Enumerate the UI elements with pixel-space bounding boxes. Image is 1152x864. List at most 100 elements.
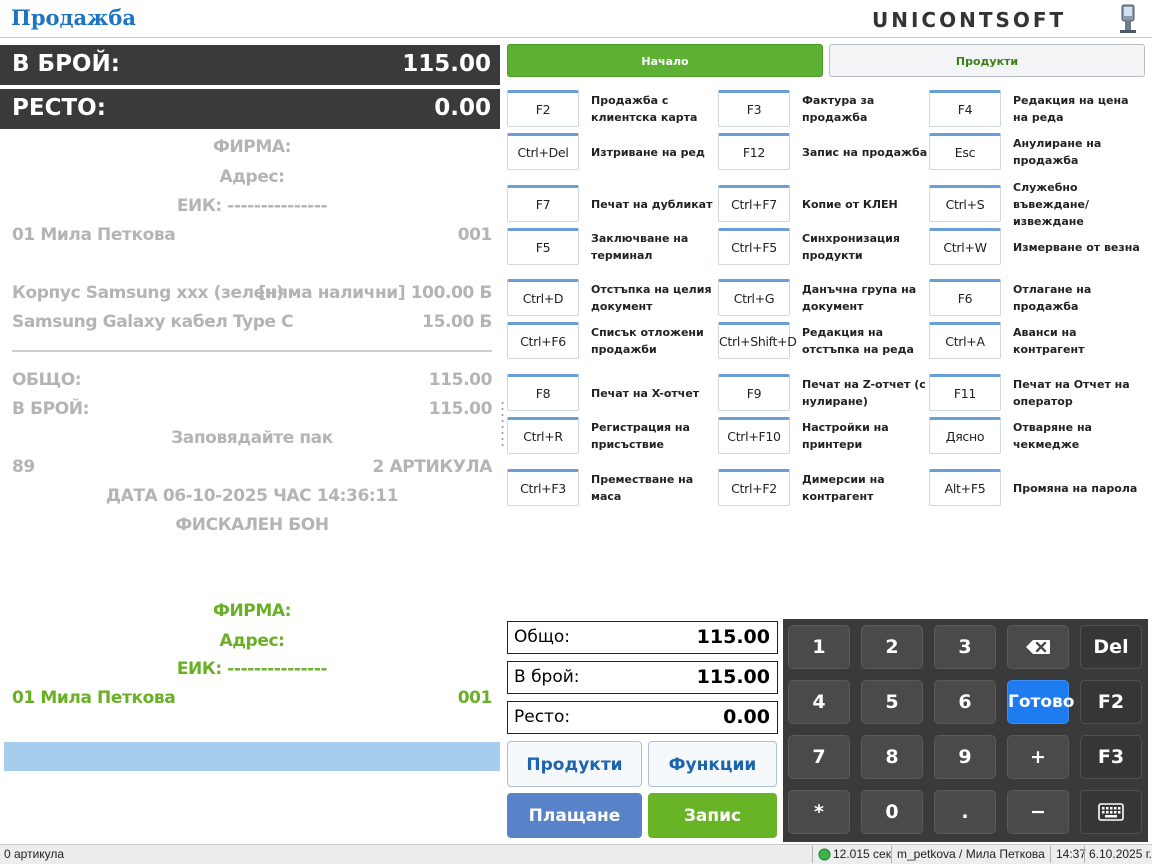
receipt-divider xyxy=(12,350,492,352)
key-7[interactable]: 7 xyxy=(788,735,850,779)
fn-key-ctrl-g[interactable]: Ctrl+G xyxy=(718,279,790,316)
key-3[interactable]: 3 xyxy=(934,625,996,669)
fn-key-ctrl-f7[interactable]: Ctrl+F7 xyxy=(718,185,790,222)
receipt-item-amount: 100.00 Б xyxy=(410,283,493,303)
fn-key-f4[interactable]: F4 xyxy=(929,90,1001,127)
backspace-key[interactable] xyxy=(1007,625,1069,669)
receipt-preview[interactable]: ФИРМА: Адрес: ЕИК: --------------- 01 Ми… xyxy=(0,130,500,742)
save-button[interactable]: Запис xyxy=(648,793,777,838)
fn-key-ctrl-f2[interactable]: Ctrl+F2 xyxy=(718,469,790,506)
keyboard-toggle-key[interactable] xyxy=(1080,790,1142,834)
del-key[interactable]: Del xyxy=(1080,625,1142,669)
company-logo: UNICONTSOFT xyxy=(872,8,1067,32)
key-1[interactable]: 1 xyxy=(788,625,850,669)
fn-key-f11[interactable]: F11 xyxy=(929,374,1001,411)
receipt-item-amount: 15.00 Б xyxy=(422,312,492,332)
fn-label-lock-terminal: Заключване на терминал xyxy=(591,232,689,262)
receipt-operator-code: 001 xyxy=(457,225,493,245)
fn-label-defer-sale: Отлагане на продажба xyxy=(1013,283,1092,313)
receipt-total-value: 115.00 xyxy=(428,370,493,390)
fn-label-contractor-dimensions: Димерсии на контрагент xyxy=(802,473,885,503)
receipt-number: 89 xyxy=(12,457,35,477)
fn-key-right[interactable]: Дясно xyxy=(929,417,1001,454)
products-button[interactable]: Продукти xyxy=(507,741,642,787)
fn-key-esc[interactable]: Esc xyxy=(929,133,1001,170)
plus-key[interactable]: + xyxy=(1007,735,1069,779)
receipt-address: Адрес: xyxy=(219,167,285,187)
star-key[interactable]: * xyxy=(788,790,850,834)
next-receipt-address: Адрес: xyxy=(219,631,285,651)
cash-box[interactable]: В брой: 115.00 xyxy=(507,661,778,694)
receipt-operator-line: 01 Мила Петкова 001 xyxy=(12,225,492,247)
fn-key-f12[interactable]: F12 xyxy=(718,133,790,170)
f2-key[interactable]: F2 xyxy=(1080,680,1142,724)
tab-home[interactable]: Начало xyxy=(507,44,823,77)
connection-status-icon xyxy=(818,848,831,861)
fn-key-ctrl-del[interactable]: Ctrl+Del xyxy=(507,133,579,170)
fn-key-ctrl-d[interactable]: Ctrl+D xyxy=(507,279,579,316)
key-0[interactable]: 0 xyxy=(861,790,923,834)
window-title: Продажба xyxy=(11,5,136,30)
key-5[interactable]: 5 xyxy=(861,680,923,724)
fn-label-attendance: Регистрация на присъствие xyxy=(591,421,690,451)
receipt-fiscal-label: ФИСКАЛЕН БОН xyxy=(175,515,329,535)
total-value: 115.00 xyxy=(696,626,770,648)
fn-key-ctrl-w[interactable]: Ctrl+W xyxy=(929,228,1001,265)
fn-key-f2[interactable]: F2 xyxy=(507,90,579,127)
fn-label-document-discount: Отстъпка на целия документ xyxy=(591,283,712,313)
next-receipt-operator-code: 001 xyxy=(457,688,493,708)
fn-label-change-password: Промяна на парола xyxy=(1013,481,1138,495)
fn-label-delete-line: Изтриване на ред xyxy=(591,145,705,159)
fn-key-ctrl-r[interactable]: Ctrl+R xyxy=(507,417,579,454)
next-receipt-company: ФИРМА: xyxy=(212,601,292,621)
fn-key-ctrl-f6[interactable]: Ctrl+F6 xyxy=(507,322,579,359)
fn-key-f8[interactable]: F8 xyxy=(507,374,579,411)
key-8[interactable]: 8 xyxy=(861,735,923,779)
done-key[interactable]: Готово xyxy=(1007,680,1074,724)
numeric-keypad: 1 2 3 Del 4 5 6 Готово F2 7 8 9 + F3 * 0… xyxy=(783,619,1148,842)
panel-splitter-handle[interactable] xyxy=(501,400,504,450)
next-receipt-eik: ЕИК: --------------- xyxy=(176,659,328,679)
cash-summary-value: 115.00 xyxy=(402,51,491,77)
selected-line-bar[interactable] xyxy=(4,742,500,771)
fn-label-printer-settings: Настройки на принтери xyxy=(802,421,889,451)
receipt-item-line: Samsung Galaxy кабел Type C 15.00 Б xyxy=(12,312,492,334)
f3-key[interactable]: F3 xyxy=(1080,735,1142,779)
receipt-item-note: [няма налични] xyxy=(258,283,406,303)
fn-key-f3[interactable]: F3 xyxy=(718,90,790,127)
fn-key-ctrl-a[interactable]: Ctrl+A xyxy=(929,322,1001,359)
receipt-item-amount-group: [няма налични] 100.00 Б xyxy=(258,283,492,303)
fn-key-ctrl-f3[interactable]: Ctrl+F3 xyxy=(507,469,579,506)
fn-key-ctrl-s[interactable]: Ctrl+S xyxy=(929,185,1001,222)
fn-label-deferred-list: Списък отложени продажби xyxy=(591,326,704,356)
pay-button[interactable]: Плащане xyxy=(507,793,642,838)
fn-key-f7[interactable]: F7 xyxy=(507,185,579,222)
receipt-cash-label: В БРОЙ: xyxy=(12,399,89,419)
key-2[interactable]: 2 xyxy=(861,625,923,669)
key-6[interactable]: 6 xyxy=(934,680,996,724)
receipt-articles-count: 2 АРТИКУЛА xyxy=(372,457,493,477)
fn-label-contractor-advances: Аванси на контрагент xyxy=(1013,326,1085,356)
cash-label: В брой: xyxy=(514,667,580,687)
receipt-eik: ЕИК: --------------- xyxy=(176,196,328,216)
fn-key-f6[interactable]: F6 xyxy=(929,279,1001,316)
tab-products[interactable]: Продукти xyxy=(829,44,1145,77)
fn-key-f9[interactable]: F9 xyxy=(718,374,790,411)
fn-key-ctrl-f5[interactable]: Ctrl+F5 xyxy=(718,228,790,265)
fn-key-ctrl-shift-d[interactable]: Ctrl+Shift+D xyxy=(718,322,797,359)
receipt-datetime: ДАТА 06-10-2025 ЧАС 14:36:11 xyxy=(105,486,399,506)
receipt-item-name: Корпус Samsung xxx (зелен) xyxy=(12,283,284,303)
functions-button[interactable]: Функции xyxy=(648,741,777,787)
fn-label-scale-measure: Измерване от везна xyxy=(1013,240,1140,254)
key-4[interactable]: 4 xyxy=(788,680,850,724)
fn-key-ctrl-f10[interactable]: Ctrl+F10 xyxy=(718,417,790,454)
fn-label-save-sale: Запис на продажба xyxy=(802,145,928,159)
fn-label-move-table: Преместване на маса xyxy=(591,473,694,503)
dot-key[interactable]: . xyxy=(934,790,996,834)
key-9[interactable]: 9 xyxy=(934,735,996,779)
fn-key-f5[interactable]: F5 xyxy=(507,228,579,265)
fn-key-alt-f5[interactable]: Alt+F5 xyxy=(929,469,1001,506)
minus-key[interactable]: − xyxy=(1007,790,1069,834)
backspace-icon xyxy=(1026,640,1050,654)
status-time: 14:37 xyxy=(1056,847,1087,861)
